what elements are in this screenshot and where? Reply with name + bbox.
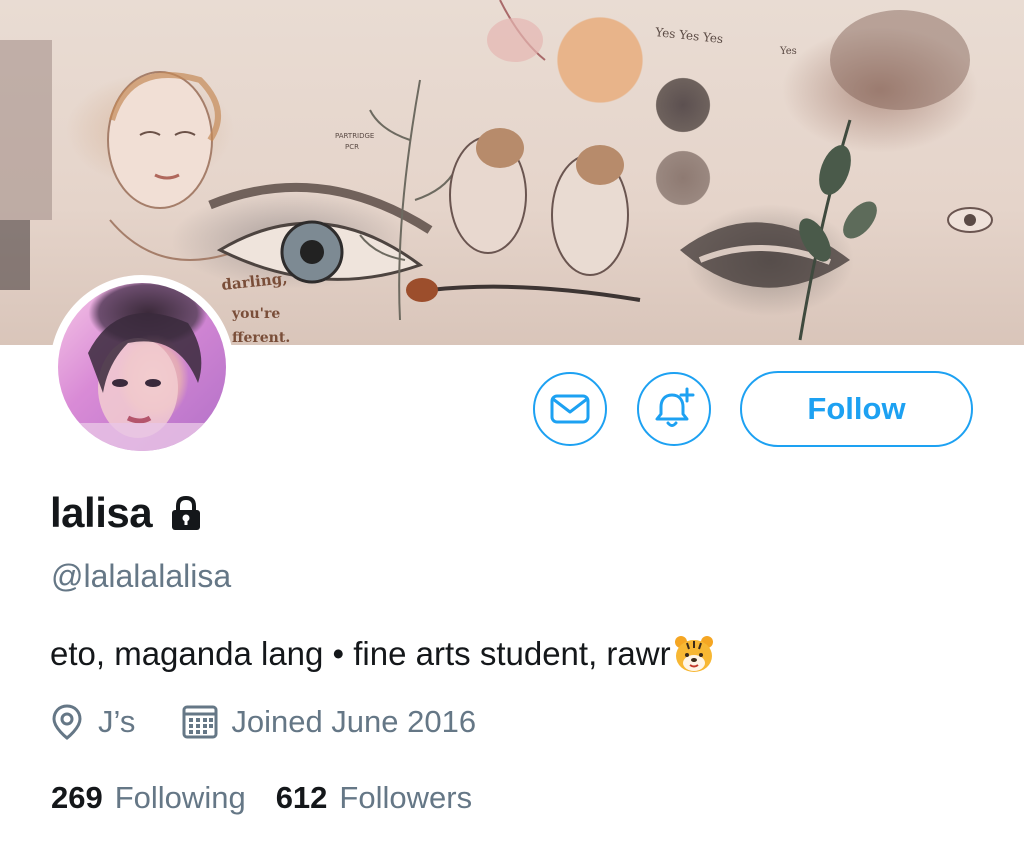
profile-bio: eto, maganda lang • fine arts student, r…	[50, 634, 715, 674]
profile-meta: J’s Joined June 2016	[50, 700, 476, 744]
followers-link[interactable]: 612 Followers	[276, 780, 472, 816]
profile-avatar[interactable]	[50, 275, 234, 459]
followers-count: 612	[275, 780, 328, 815]
banner-handwriting-1: darling,	[221, 269, 289, 294]
banner-handwriting-5: Yes	[779, 46, 797, 57]
lock-icon	[168, 496, 204, 530]
tiger-face-icon	[673, 634, 715, 674]
profile-stats: 269 Following 612 Followers	[51, 776, 472, 820]
profile-location: J’s	[98, 704, 136, 739]
notifications-button[interactable]	[637, 372, 711, 446]
avatar-photo	[58, 283, 226, 451]
follow-button[interactable]: Follow	[740, 371, 973, 447]
banner-handwriting-7: PCR	[345, 143, 359, 151]
bell-plus-icon	[655, 387, 695, 427]
bio-text: eto, maganda lang • fine arts student, r…	[50, 635, 671, 672]
profile-name-row: lalisa	[50, 488, 204, 538]
profile-join-date: Joined June 2016	[231, 704, 477, 739]
banner-handwriting-4: Yes Yes Yes	[654, 25, 724, 46]
profile-handle: @lalalalalisa	[51, 558, 232, 594]
display-name: lalisa	[50, 489, 153, 536]
following-label: Following	[114, 780, 246, 815]
followers-label: Followers	[339, 780, 473, 815]
following-link[interactable]: 269 Following	[51, 780, 246, 816]
following-count: 269	[51, 780, 103, 815]
envelope-icon	[550, 394, 590, 424]
banner-handwriting-6: PARTRIDGE	[335, 132, 374, 140]
calendar-icon	[181, 703, 219, 741]
message-button[interactable]	[533, 372, 607, 446]
banner-handwriting-2: you're	[231, 306, 280, 322]
banner-handwriting-3: fferent.	[232, 330, 290, 345]
location-pin-icon	[50, 703, 84, 741]
